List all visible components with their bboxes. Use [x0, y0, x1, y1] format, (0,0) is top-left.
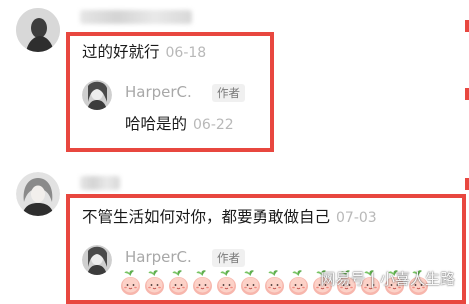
highlight-edge-mark [465, 88, 469, 100]
comment-text: 过的好就行 06-18 [82, 40, 206, 62]
author-avatar[interactable] [82, 245, 112, 275]
commenter-avatar[interactable] [16, 172, 60, 216]
peach-face-emoji [288, 268, 309, 296]
comment-item: 过的好就行 06-18 HarperC. 作者 哈哈是的 06-22 [0, 0, 469, 160]
author-badge: 作者 [212, 249, 245, 267]
peach-face-emoji [264, 268, 285, 296]
reply-date: 06-22 [193, 117, 234, 133]
reply-text: 哈哈是的 06-22 [125, 112, 234, 134]
commenter-name-obscured [80, 176, 120, 190]
comment-content: 过的好就行 [82, 43, 160, 61]
peach-face-emoji [240, 268, 261, 296]
author-avatar[interactable] [82, 80, 112, 110]
peach-face-emoji [216, 268, 237, 296]
reply-username[interactable]: HarperC. [125, 248, 192, 266]
commenter-name-obscured [80, 10, 192, 24]
peach-face-emoji [168, 268, 189, 296]
author-badge: 作者 [212, 84, 245, 102]
peach-face-emoji [192, 268, 213, 296]
highlight-edge-mark [465, 20, 469, 32]
comment-text: 不管生活如何对你，都要勇敢做自己 07-03 [82, 205, 377, 227]
commenter-avatar[interactable] [16, 8, 60, 52]
reply-username[interactable]: HarperC. [125, 83, 192, 101]
comment-content: 不管生活如何对你，都要勇敢做自己 [82, 208, 331, 226]
highlight-edge-mark [465, 178, 469, 190]
comment-date: 07-03 [336, 210, 377, 226]
peach-face-emoji [120, 268, 141, 296]
comment-date: 06-18 [165, 45, 207, 61]
peach-face-emoji [144, 268, 165, 296]
watermark: 网易号 | 小喜人生路 [320, 270, 455, 288]
reply-content: 哈哈是的 [125, 115, 188, 133]
